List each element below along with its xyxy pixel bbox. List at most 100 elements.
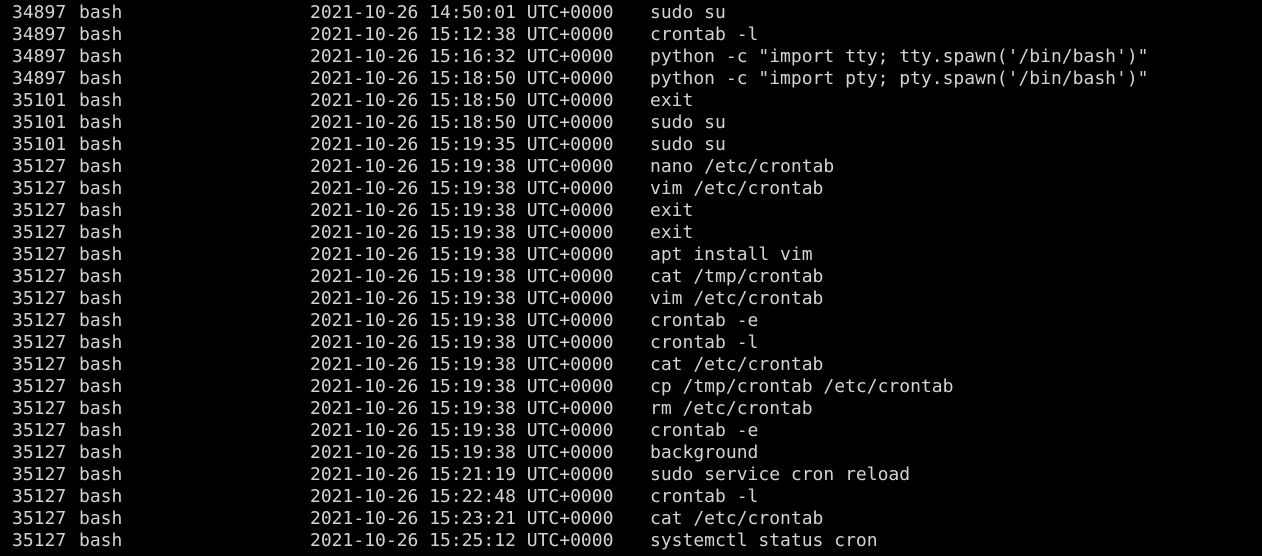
command-cell: systemctl status cron: [650, 530, 878, 551]
timestamp-cell: 2021-10-26 15:19:38 UTC+0000: [310, 200, 614, 221]
process-name-cell: bash: [79, 420, 123, 441]
pid-cell: 35127: [12, 310, 67, 331]
history-row: 35127 bash 2021-10-26 15:19:38 UTC+0000 rm …: [0, 398, 1262, 420]
history-row: 34897 bash 2021-10-26 15:16:32 UTC+0000 pyt…: [0, 46, 1262, 68]
command-cell: nano /etc/crontab: [650, 156, 835, 177]
history-row: 35127 bash 2021-10-26 15:19:38 UTC+0000 exi…: [0, 222, 1262, 244]
command-cell: sudo su: [650, 112, 726, 133]
timestamp-cell: 2021-10-26 15:19:38 UTC+0000: [310, 288, 614, 309]
pid-cell: 35127: [12, 288, 67, 309]
process-name-cell: bash: [79, 156, 123, 177]
history-row: 35127 bash 2021-10-26 15:19:38 UTC+0000 cat…: [0, 266, 1262, 288]
command-cell: vim /etc/crontab: [650, 288, 824, 309]
pid-cell: 35101: [12, 112, 67, 133]
timestamp-cell: 2021-10-26 15:21:19 UTC+0000: [310, 464, 614, 485]
process-name-cell: bash: [79, 332, 123, 353]
pid-cell: 35127: [12, 442, 67, 463]
pid-cell: 35127: [12, 332, 67, 353]
terminal-output[interactable]: 34897 bash 2021-10-26 14:50:01 UTC+0000 sud…: [0, 0, 1262, 556]
command-cell: cat /etc/crontab: [650, 354, 824, 375]
command-cell: background: [650, 442, 759, 463]
process-name-cell: bash: [79, 486, 123, 507]
process-name-cell: bash: [79, 2, 123, 23]
process-name-cell: bash: [79, 222, 123, 243]
pid-cell: 35127: [12, 508, 67, 529]
pid-cell: 35127: [12, 156, 67, 177]
command-cell: cat /etc/crontab: [650, 508, 824, 529]
command-cell: crontab -e: [650, 310, 759, 331]
history-row: 35127 bash 2021-10-26 15:19:38 UTC+0000 bac…: [0, 442, 1262, 464]
timestamp-cell: 2021-10-26 15:19:38 UTC+0000: [310, 310, 614, 331]
history-row: 35127 bash 2021-10-26 15:19:38 UTC+0000 exi…: [0, 200, 1262, 222]
command-cell: rm /etc/crontab: [650, 398, 813, 419]
process-name-cell: bash: [79, 508, 123, 529]
timestamp-cell: 2021-10-26 15:19:38 UTC+0000: [310, 222, 614, 243]
process-name-cell: bash: [79, 442, 123, 463]
pid-cell: 35127: [12, 178, 67, 199]
pid-cell: 35101: [12, 90, 67, 111]
pid-cell: 35127: [12, 376, 67, 397]
process-name-cell: bash: [79, 464, 123, 485]
process-name-cell: bash: [79, 68, 123, 89]
history-row: 35127 bash 2021-10-26 15:19:38 UTC+0000 vim…: [0, 178, 1262, 200]
pid-cell: 34897: [12, 68, 67, 89]
command-cell: sudo service cron reload: [650, 464, 911, 485]
timestamp-cell: 2021-10-26 15:22:48 UTC+0000: [310, 486, 614, 507]
pid-cell: 35127: [12, 464, 67, 485]
pid-cell: 35127: [12, 354, 67, 375]
timestamp-cell: 2021-10-26 15:19:38 UTC+0000: [310, 332, 614, 353]
command-cell: crontab -l: [650, 486, 759, 507]
history-row: 35127 bash 2021-10-26 15:19:38 UTC+0000 cro…: [0, 420, 1262, 442]
history-row: 35127 bash 2021-10-26 15:19:38 UTC+0000 apt…: [0, 244, 1262, 266]
history-row: 35127 bash 2021-10-26 15:19:38 UTC+0000 cat…: [0, 354, 1262, 376]
command-cell: apt install vim: [650, 244, 813, 265]
process-name-cell: bash: [79, 46, 123, 67]
process-name-cell: bash: [79, 90, 123, 111]
process-name-cell: bash: [79, 530, 123, 551]
history-row: 35127 bash 2021-10-26 15:23:21 UTC+0000 cat…: [0, 508, 1262, 530]
command-cell: cat /tmp/crontab: [650, 266, 824, 287]
process-name-cell: bash: [79, 134, 123, 155]
process-name-cell: bash: [79, 376, 123, 397]
timestamp-cell: 2021-10-26 15:19:38 UTC+0000: [310, 266, 614, 287]
command-cell: cp /tmp/crontab /etc/crontab: [650, 376, 954, 397]
history-row: 35101 bash 2021-10-26 15:19:35 UTC+0000 sud…: [0, 134, 1262, 156]
timestamp-cell: 2021-10-26 15:19:38 UTC+0000: [310, 442, 614, 463]
command-cell: python -c "import pty; pty.spawn('/bin/b…: [650, 68, 1149, 89]
command-cell: crontab -l: [650, 332, 759, 353]
timestamp-cell: 2021-10-26 15:19:38 UTC+0000: [310, 178, 614, 199]
pid-cell: 35127: [12, 266, 67, 287]
command-cell: exit: [650, 200, 694, 221]
history-row: 35127 bash 2021-10-26 15:19:38 UTC+0000 cro…: [0, 332, 1262, 354]
timestamp-cell: 2021-10-26 15:19:38 UTC+0000: [310, 156, 614, 177]
process-name-cell: bash: [79, 288, 123, 309]
timestamp-cell: 2021-10-26 15:18:50 UTC+0000: [310, 90, 614, 111]
pid-cell: 35127: [12, 486, 67, 507]
timestamp-cell: 2021-10-26 15:12:38 UTC+0000: [310, 24, 614, 45]
pid-cell: 35127: [12, 398, 67, 419]
command-cell: crontab -e: [650, 420, 759, 441]
command-cell: sudo su: [650, 2, 726, 23]
command-cell: vim /etc/crontab: [650, 178, 824, 199]
command-cell: exit: [650, 222, 694, 243]
history-row: 35127 bash 2021-10-26 15:19:38 UTC+0000 nan…: [0, 156, 1262, 178]
history-row: 34897 bash 2021-10-26 15:18:50 UTC+0000 pyt…: [0, 68, 1262, 90]
timestamp-cell: 2021-10-26 14:50:01 UTC+0000: [310, 2, 614, 23]
pid-cell: 34897: [12, 24, 67, 45]
timestamp-cell: 2021-10-26 15:18:50 UTC+0000: [310, 68, 614, 89]
process-name-cell: bash: [79, 354, 123, 375]
command-cell: python -c "import tty; tty.spawn('/bin/b…: [650, 46, 1149, 67]
history-row: 35127 bash 2021-10-26 15:19:38 UTC+0000 cro…: [0, 310, 1262, 332]
timestamp-cell: 2021-10-26 15:19:38 UTC+0000: [310, 398, 614, 419]
pid-cell: 35127: [12, 244, 67, 265]
pid-cell: 35127: [12, 200, 67, 221]
command-cell: crontab -l: [650, 24, 759, 45]
timestamp-cell: 2021-10-26 15:19:38 UTC+0000: [310, 244, 614, 265]
pid-cell: 34897: [12, 2, 67, 23]
process-name-cell: bash: [79, 24, 123, 45]
process-name-cell: bash: [79, 178, 123, 199]
history-row: 35127 bash 2021-10-26 15:22:48 UTC+0000 cro…: [0, 486, 1262, 508]
timestamp-cell: 2021-10-26 15:19:38 UTC+0000: [310, 354, 614, 375]
history-row: 35127 bash 2021-10-26 15:21:19 UTC+0000 sud…: [0, 464, 1262, 486]
pid-cell: 34897: [12, 46, 67, 67]
